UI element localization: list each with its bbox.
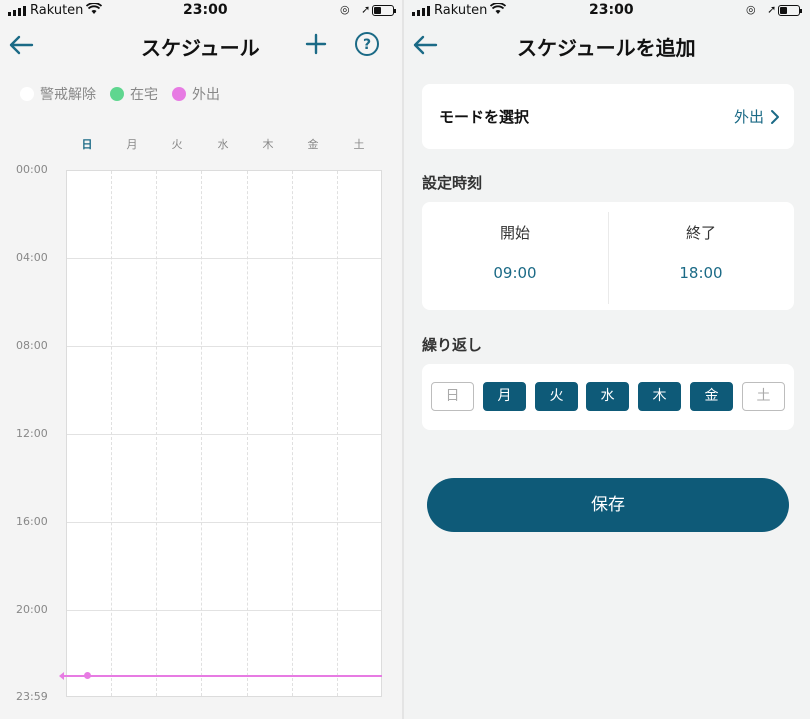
time-label: 12:00 (16, 427, 48, 440)
lock-rotation-icon: ◎ ➚ (746, 3, 781, 16)
time-label: 00:00 (16, 163, 48, 176)
day-toggle-sat[interactable]: 土 (742, 382, 785, 411)
weekday-tue[interactable]: 火 (167, 136, 187, 152)
save-button[interactable]: 保存 (427, 478, 789, 532)
end-time-picker[interactable]: 終了 18:00 (608, 202, 794, 310)
time-label: 04:00 (16, 251, 48, 264)
back-arrow-icon[interactable] (8, 34, 34, 56)
legend-dot (172, 87, 186, 101)
carrier-label: Rakuten (434, 3, 488, 18)
gridline (67, 346, 381, 347)
back-arrow-icon[interactable] (412, 34, 438, 56)
time-card: 開始 09:00 終了 18:00 (422, 202, 794, 310)
mode-value: 外出 (734, 106, 780, 127)
wifi-icon (85, 2, 103, 18)
weekday-thu[interactable]: 木 (258, 136, 278, 152)
signal-icon (8, 6, 26, 16)
page-title: スケジュールを追加 (517, 36, 696, 60)
gridline (67, 522, 381, 523)
lock-rotation-icon: ◎ ➚ (340, 3, 375, 16)
legend-item-disarmed: 警戒解除 (20, 84, 96, 104)
help-circle-icon[interactable]: ? (354, 31, 380, 61)
time-label: 08:00 (16, 339, 48, 352)
weekday-fri[interactable]: 金 (303, 136, 323, 152)
gridline (67, 610, 381, 611)
legend-label: 外出 (192, 87, 220, 103)
day-toggle-thu[interactable]: 木 (638, 382, 681, 411)
current-time-marker (59, 672, 64, 680)
weekday-mon[interactable]: 月 (122, 136, 142, 152)
start-label: 開始 (499, 224, 530, 242)
signal-icon (412, 6, 430, 16)
time-label: 16:00 (16, 515, 48, 528)
day-toggle-wed[interactable]: 水 (586, 382, 629, 411)
svg-text:?: ? (363, 37, 371, 53)
legend-dot (20, 87, 34, 101)
current-time-dot (84, 672, 91, 679)
current-time-line (62, 675, 382, 677)
add-schedule-screen: Rakuten 23:00 ◎ ➚ スケジュールを追加 モードを選択 外出 設定… (404, 0, 810, 719)
page-title: スケジュール (141, 36, 260, 60)
day-divider (247, 171, 248, 696)
nav-bar: スケジュールを追加 (404, 24, 810, 66)
mode-legend: 警戒解除 在宅 外出 (20, 84, 220, 104)
legend-label: 在宅 (130, 87, 158, 103)
day-toggle-sun[interactable]: 日 (431, 382, 474, 411)
gridline (67, 258, 381, 259)
chevron-right-icon (771, 109, 779, 124)
repeat-section-heading: 繰り返し (422, 336, 483, 354)
weekday-sun[interactable]: 日 (77, 136, 97, 152)
carrier-label: Rakuten (30, 3, 84, 18)
weekday-sat[interactable]: 土 (349, 136, 369, 152)
status-bar: Rakuten 23:00 ◎ ➚ (404, 0, 810, 24)
time-label: 20:00 (16, 603, 48, 616)
end-value[interactable]: 18:00 (608, 264, 794, 282)
mode-selector[interactable]: モードを選択 外出 (422, 84, 794, 149)
time-section-heading: 設定時刻 (422, 174, 483, 192)
plus-icon[interactable] (304, 32, 328, 60)
start-value[interactable]: 09:00 (422, 264, 608, 282)
legend-item-away: 外出 (172, 84, 220, 104)
day-divider (111, 171, 112, 696)
day-divider (337, 171, 338, 696)
gridline (67, 434, 381, 435)
wifi-icon (489, 2, 507, 18)
day-divider (201, 171, 202, 696)
clock: 23:00 (183, 2, 228, 18)
nav-bar: スケジュール ? (0, 24, 402, 66)
legend-label: 警戒解除 (40, 87, 96, 103)
schedule-grid[interactable] (66, 170, 382, 697)
weekday-header: 日 月 火 水 木 金 土 (66, 136, 382, 152)
legend-dot (110, 87, 124, 101)
end-label: 終了 (685, 224, 716, 242)
day-divider (292, 171, 293, 696)
repeat-days-card: 日 月 火 水 木 金 土 (422, 364, 794, 430)
day-toggle-mon[interactable]: 月 (483, 382, 526, 411)
weekday-wed[interactable]: 水 (213, 136, 233, 152)
legend-item-home: 在宅 (110, 84, 158, 104)
day-toggle-fri[interactable]: 金 (690, 382, 733, 411)
day-divider (156, 171, 157, 696)
mode-value-text: 外出 (733, 108, 764, 126)
day-toggle-tue[interactable]: 火 (535, 382, 578, 411)
status-bar: Rakuten 23:00 ◎ ➚ (0, 0, 402, 24)
time-label: 23:59 (16, 690, 48, 703)
start-time-picker[interactable]: 開始 09:00 (422, 202, 608, 310)
battery-icon (372, 5, 396, 16)
mode-label: モードを選択 (439, 108, 530, 126)
battery-icon (778, 5, 802, 16)
schedule-screen: Rakuten 23:00 ◎ ➚ スケジュール ? 警戒解除 在宅 外出 日 … (0, 0, 402, 719)
clock: 23:00 (589, 2, 634, 18)
